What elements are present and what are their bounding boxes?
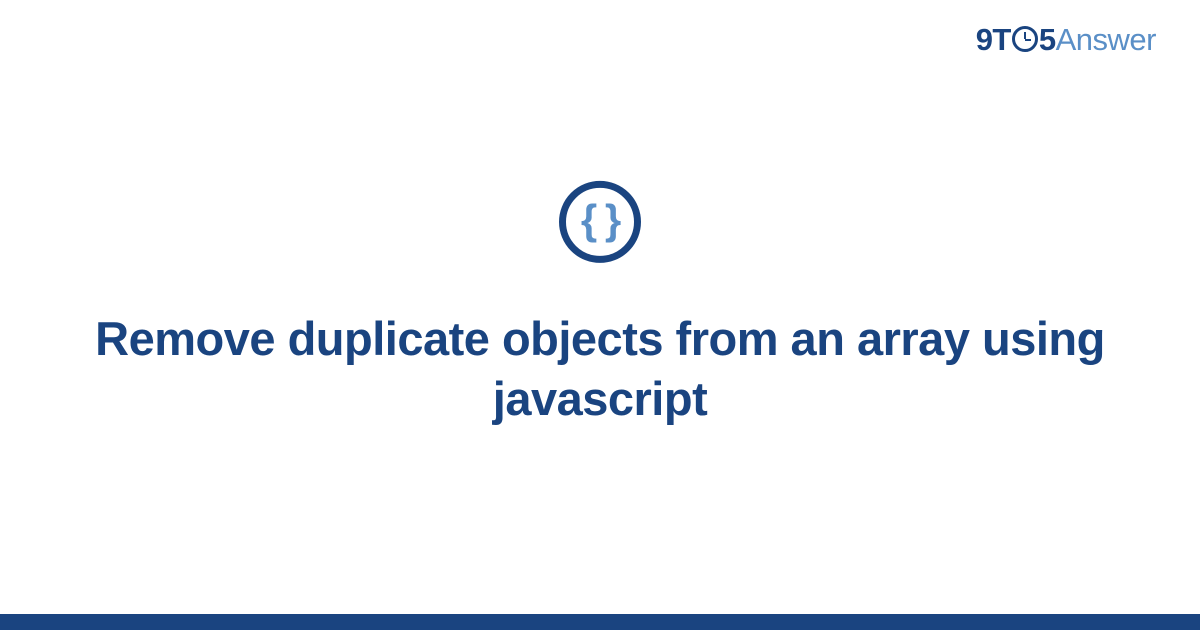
- site-logo: 9T 5 Answer: [976, 22, 1156, 58]
- logo-text-answer: Answer: [1056, 22, 1156, 58]
- page-title: Remove duplicate objects from an array u…: [75, 309, 1125, 429]
- code-braces-icon: { }: [581, 199, 619, 241]
- footer-bar: [0, 614, 1200, 630]
- logo-text-9t: 9T: [976, 22, 1011, 58]
- category-icon-circle: { }: [559, 181, 641, 263]
- logo-text-5: 5: [1039, 22, 1056, 58]
- clock-icon: [1012, 26, 1038, 52]
- main-content: { } Remove duplicate objects from an arr…: [0, 181, 1200, 429]
